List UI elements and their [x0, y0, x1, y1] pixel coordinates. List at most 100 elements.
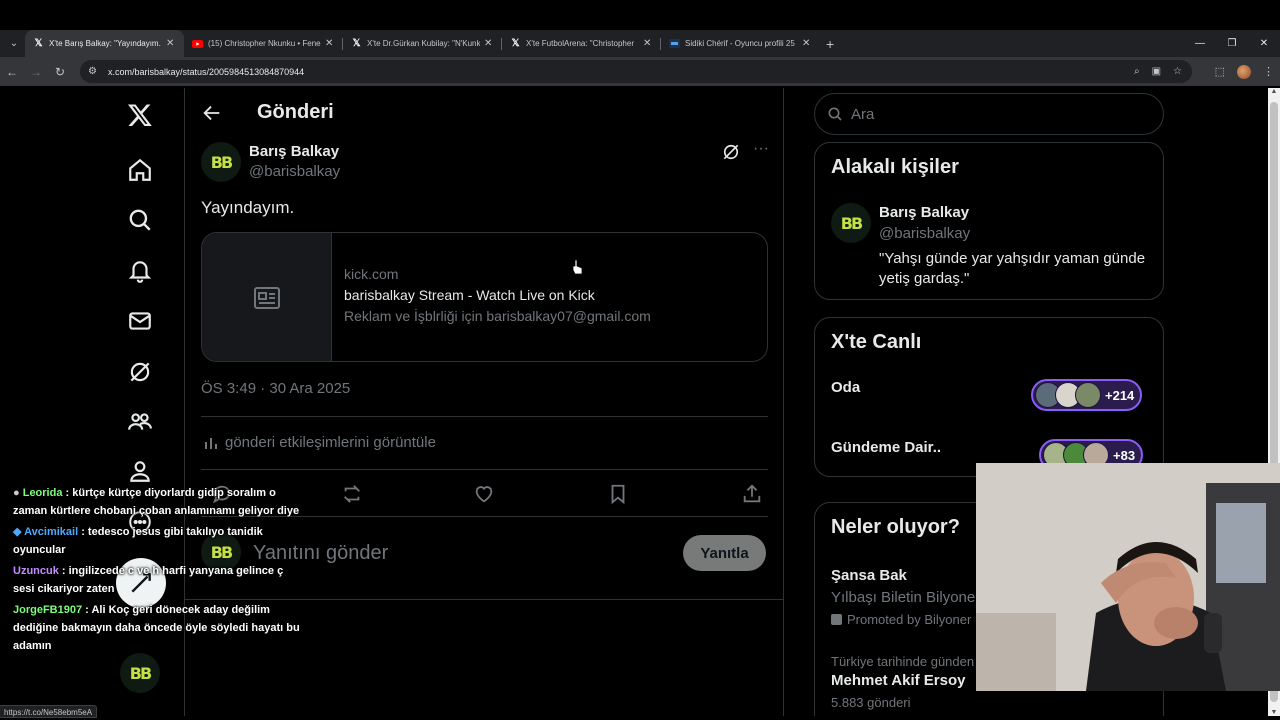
participant-count: +214: [1105, 387, 1135, 403]
chat-username: Uzuncuk: [13, 565, 59, 577]
chat-message: Uzuncuk : ingilizcede c ve h harfi yanya…: [13, 565, 284, 595]
communities-icon[interactable]: [115, 402, 165, 442]
back-arrow-icon[interactable]: ←: [0, 65, 24, 79]
like-heart-icon[interactable]: [473, 483, 495, 505]
promo-label-text: Promoted by Bilyoner: [847, 612, 972, 627]
url-text[interactable]: x.com/barisbalkay/status/200598451308487…: [108, 67, 304, 77]
messages-mail-icon[interactable]: [115, 301, 165, 341]
tab-strip: ⌄ 𝕏 X'te Barış Balkay: "Yayındayım. ✕ (1…: [0, 30, 1280, 57]
url-field[interactable]: ⚙ x.com/barisbalkay/status/2005984513084…: [80, 60, 1192, 83]
webcam-overlay: [976, 463, 1280, 691]
promoted-icon: [831, 614, 842, 625]
trend-context: Türkiye tarihinde günden: [831, 654, 975, 669]
x-logo-icon: 𝕏: [34, 38, 43, 49]
back-arrow-icon[interactable]: [201, 102, 223, 124]
related-title: Alakalı kişiler: [831, 156, 959, 178]
scroll-up-icon[interactable]: ▲: [1268, 88, 1280, 95]
live-space-label[interactable]: Oda: [831, 379, 860, 396]
forward-arrow-icon[interactable]: →: [24, 65, 48, 79]
browser-tab[interactable]: (15) Christopher Nkunku • Fene ✕: [184, 30, 343, 57]
extensions-icon[interactable]: ⬚: [1215, 65, 1225, 78]
mouse-cursor: [572, 259, 583, 275]
reply-button[interactable]: Yanıtla: [683, 535, 766, 571]
close-tab-icon[interactable]: ✕: [643, 38, 653, 49]
restore-icon[interactable]: ❐: [1216, 38, 1248, 49]
grok-icon[interactable]: [115, 352, 165, 392]
author-handle[interactable]: @barisbalkay: [249, 163, 340, 180]
home-icon[interactable]: [115, 150, 165, 190]
explore-search-icon[interactable]: [115, 200, 165, 240]
window-top-area: [0, 0, 1280, 30]
search-icon: [828, 107, 842, 121]
live-title: X'te Canlı: [831, 331, 922, 353]
browser-menu-icon[interactable]: ⋮: [1263, 65, 1274, 78]
close-tab-icon[interactable]: ✕: [166, 38, 176, 49]
trends-title: Neler oluyor?: [831, 516, 960, 538]
reload-icon[interactable]: ↻: [48, 65, 72, 79]
transfermarkt-logo-icon: [669, 38, 680, 49]
related-name[interactable]: Barış Balkay: [879, 204, 969, 221]
youtube-logo-icon: [192, 38, 203, 49]
related-avatar[interactable]: BB: [831, 203, 871, 243]
chat-message: JorgeFB1907 : Ali Koç geri dönecek aday …: [13, 604, 300, 652]
analytics-icon: [205, 437, 217, 449]
related-bio: "Yahşı günde yar yahşıdır yaman günde ye…: [879, 250, 1146, 287]
site-info-icon[interactable]: ⚙: [88, 66, 104, 77]
zoom-icon[interactable]: ⌕: [1134, 66, 1140, 77]
view-engagements-link[interactable]: gönderi etkileşimlerini görüntüle: [203, 434, 436, 451]
grok-explain-icon[interactable]: [721, 142, 741, 162]
chat-username: Avcimikail: [24, 526, 79, 538]
close-window-icon[interactable]: ✕: [1248, 38, 1280, 49]
link-status-url: https://t.co/Ne58ebm5eA: [0, 705, 98, 718]
account-avatar[interactable]: BB: [115, 653, 165, 693]
browser-tab[interactable]: 𝕏 X'te Barış Balkay: "Yayındayım. ✕: [25, 30, 184, 57]
post-more-icon[interactable]: ···: [751, 141, 771, 162]
trend-post-count: 5.883 gönderi: [831, 695, 911, 710]
scroll-down-icon[interactable]: ▼: [1268, 709, 1280, 716]
live-space-label[interactable]: Gündeme Dair..: [831, 439, 941, 456]
browser-tab[interactable]: Sidiki Chérif - Oyuncu profili 25 ✕: [661, 30, 820, 57]
tab-title: X'te FutbolArena: "Christopher: [526, 39, 634, 48]
live-space-participants[interactable]: +214: [1031, 379, 1143, 411]
bookmark-star-icon[interactable]: ☆: [1173, 66, 1182, 77]
card-title: barisbalkay Stream - Watch Live on Kick: [344, 287, 595, 303]
share-icon[interactable]: [741, 483, 763, 505]
browser-tab[interactable]: 𝕏 X'te FutbolArena: "Christopher ✕: [502, 30, 661, 57]
tab-search-button[interactable]: ⌄: [3, 33, 25, 55]
close-tab-icon[interactable]: ✕: [325, 38, 335, 49]
promo-label: Promoted by Bilyoner: [831, 612, 971, 627]
address-bar-row: ← → ↻ ⚙ x.com/barisbalkay/status/2005984…: [0, 57, 1280, 86]
x-logo-icon[interactable]: [115, 95, 165, 135]
trend-name[interactable]: Mehmet Akif Ersoy: [831, 672, 965, 689]
new-tab-button[interactable]: +: [826, 36, 834, 52]
chat-username: Leorida: [22, 487, 63, 499]
close-tab-icon[interactable]: ✕: [484, 38, 494, 49]
bookmark-icon[interactable]: [607, 483, 629, 505]
browser-tab[interactable]: 𝕏 X'te Dr.Gürkan Kubilay: "N'Kunk ✕: [343, 30, 502, 57]
search-placeholder: Ara: [851, 105, 875, 123]
x-logo-icon: 𝕏: [352, 38, 361, 49]
repost-icon[interactable]: [341, 483, 363, 505]
article-icon: [253, 287, 280, 309]
author-avatar[interactable]: BB: [201, 142, 241, 182]
close-tab-icon[interactable]: ✕: [802, 38, 812, 49]
profile-avatar[interactable]: [1237, 64, 1251, 79]
chat-username: JorgeFB1907: [13, 604, 83, 616]
related-handle[interactable]: @barisbalkay: [879, 225, 970, 242]
notifications-bell-icon[interactable]: [115, 251, 165, 291]
link-preview-card[interactable]: kick.com barisbalkay Stream - Watch Live…: [201, 232, 768, 362]
tab-title: (15) Christopher Nkunku • Fene: [208, 39, 321, 48]
search-input[interactable]: Ara: [814, 93, 1164, 135]
chat-message: ● Leorida : kürtçe kürtçe diyorlardı gid…: [13, 487, 300, 517]
promo-name[interactable]: Şansa Bak: [831, 567, 907, 584]
minimize-icon[interactable]: —: [1184, 38, 1216, 49]
account-avatar-image: BB: [120, 653, 160, 693]
stream-chat-overlay: ● Leorida : kürtçe kürtçe diyorlardı gid…: [13, 484, 303, 658]
cast-icon[interactable]: ▣: [1152, 66, 1161, 77]
x-logo-icon: 𝕏: [511, 38, 520, 49]
tab-title: Sidiki Chérif - Oyuncu profili 25: [685, 39, 795, 48]
promo-description: Yılbaşı Biletin Bilyoner: [831, 589, 981, 606]
tab-title: X'te Barış Balkay: "Yayındayım.: [49, 39, 161, 48]
author-name[interactable]: Barış Balkay: [249, 143, 339, 160]
post-timestamp[interactable]: ÖS 3:49 · 30 Ara 2025: [201, 380, 350, 397]
